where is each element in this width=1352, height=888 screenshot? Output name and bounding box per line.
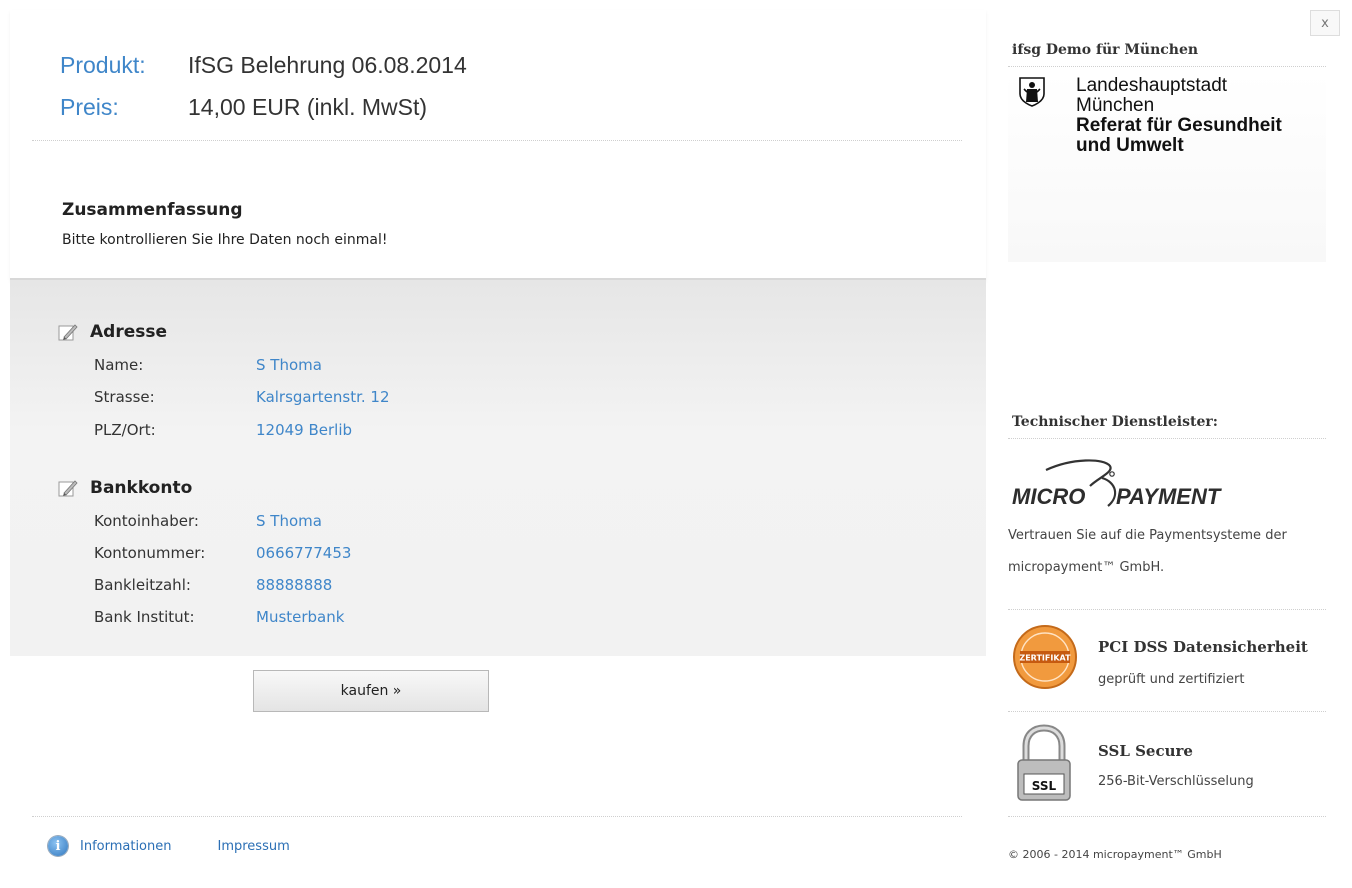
field-value: S Thoma — [256, 512, 322, 530]
logo-micro: MICRO — [1012, 484, 1085, 509]
copyright: © 2006 - 2014 micropayment™ GmbH — [1008, 848, 1222, 861]
field-label: PLZ/Ort: — [94, 421, 156, 439]
main-panel: Produkt: IfSG Belehrung 06.08.2014 Preis… — [10, 10, 986, 888]
field-label: Kontonummer: — [94, 544, 206, 562]
field-label: Strasse: — [94, 388, 155, 406]
price-value: 14,00 EUR (inkl. MwSt) — [188, 94, 428, 120]
edit-pencil-icon[interactable] — [58, 479, 80, 497]
divider — [32, 140, 962, 141]
divider — [1008, 609, 1326, 610]
impressum-link[interactable]: Impressum — [218, 839, 290, 854]
field-label: Bank Institut: — [94, 608, 195, 626]
divider — [1008, 438, 1326, 439]
footer-divider — [32, 816, 962, 817]
pci-text: geprüft und zertifiziert — [1098, 672, 1245, 687]
seal-text: ZERTIFIKAT — [1019, 654, 1071, 663]
pci-certificate-seal-icon: ZERTIFIKAT — [1013, 625, 1077, 689]
field-value: S Thoma — [256, 356, 322, 374]
city-name: Landeshauptstadt München Referat für Ges… — [1076, 76, 1282, 156]
city-line: Landeshauptstadt — [1076, 75, 1228, 96]
field-value: 12049 Berlib — [256, 421, 353, 439]
padlock-icon: SSL — [1017, 724, 1071, 801]
summary-title: Zusammenfassung — [62, 200, 243, 220]
price-label: Preis: — [60, 94, 119, 120]
review-section: Adresse Name: S Thoma Strasse: Kalrsgart… — [10, 280, 986, 656]
trust-text: Vertrauen Sie auf die Paymentsysteme der — [1008, 528, 1287, 543]
product-label: Produkt: — [60, 52, 146, 78]
micropayment-logo: MICRO PAYMENT — [1012, 459, 1222, 509]
address-heading-label: Adresse — [90, 322, 168, 342]
pci-title: PCI DSS Datensicherheit — [1098, 638, 1308, 656]
product-value: IfSG Belehrung 06.08.2014 — [188, 52, 467, 78]
field-value: Musterbank — [256, 608, 345, 626]
divider — [1008, 711, 1326, 712]
info-icon[interactable]: i — [48, 836, 68, 856]
munich-coat-of-arms-icon — [1019, 77, 1045, 107]
bank-heading-label: Bankkonto — [90, 478, 193, 498]
edit-pencil-icon[interactable] — [58, 323, 80, 341]
demo-heading: ifsg Demo für München — [1012, 42, 1199, 58]
city-line: München — [1076, 95, 1155, 116]
sidebar: ifsg Demo für München Landeshauptstadt M… — [986, 0, 1352, 888]
ssl-title: SSL Secure — [1098, 742, 1193, 760]
provider-heading: Technischer Dienstleister: — [1012, 414, 1218, 430]
summary-band: Produkt: IfSG Belehrung 06.08.2014 Preis… — [10, 10, 986, 280]
city-line: Referat für Gesundheit — [1076, 115, 1282, 136]
field-value: Kalrsgartenstr. 12 — [256, 388, 390, 406]
field-value: 0666777453 — [256, 544, 352, 562]
footer-links: i Informationen Impressum — [48, 836, 290, 856]
logo-payment: PAYMENT — [1116, 484, 1222, 509]
field-value: 88888888 — [256, 576, 333, 594]
field-label: Kontoinhaber: — [94, 512, 199, 530]
trust-text: micropayment™ GmbH. — [1008, 560, 1165, 575]
bank-heading[interactable]: Bankkonto — [58, 478, 192, 498]
field-label: Bankleitzahl: — [94, 576, 191, 594]
city-line: und Umwelt — [1076, 135, 1184, 156]
address-heading[interactable]: Adresse — [58, 322, 167, 342]
divider — [1008, 66, 1326, 67]
ssl-badge-text: SSL — [1032, 779, 1057, 793]
ssl-text: 256-Bit-Verschlüsselung — [1098, 774, 1254, 789]
divider — [1008, 816, 1326, 817]
buy-button[interactable]: kaufen » — [253, 670, 489, 712]
field-label: Name: — [94, 356, 144, 374]
informationen-link[interactable]: Informationen — [80, 839, 172, 854]
summary-text: Bitte kontrollieren Sie Ihre Daten noch … — [62, 232, 388, 248]
